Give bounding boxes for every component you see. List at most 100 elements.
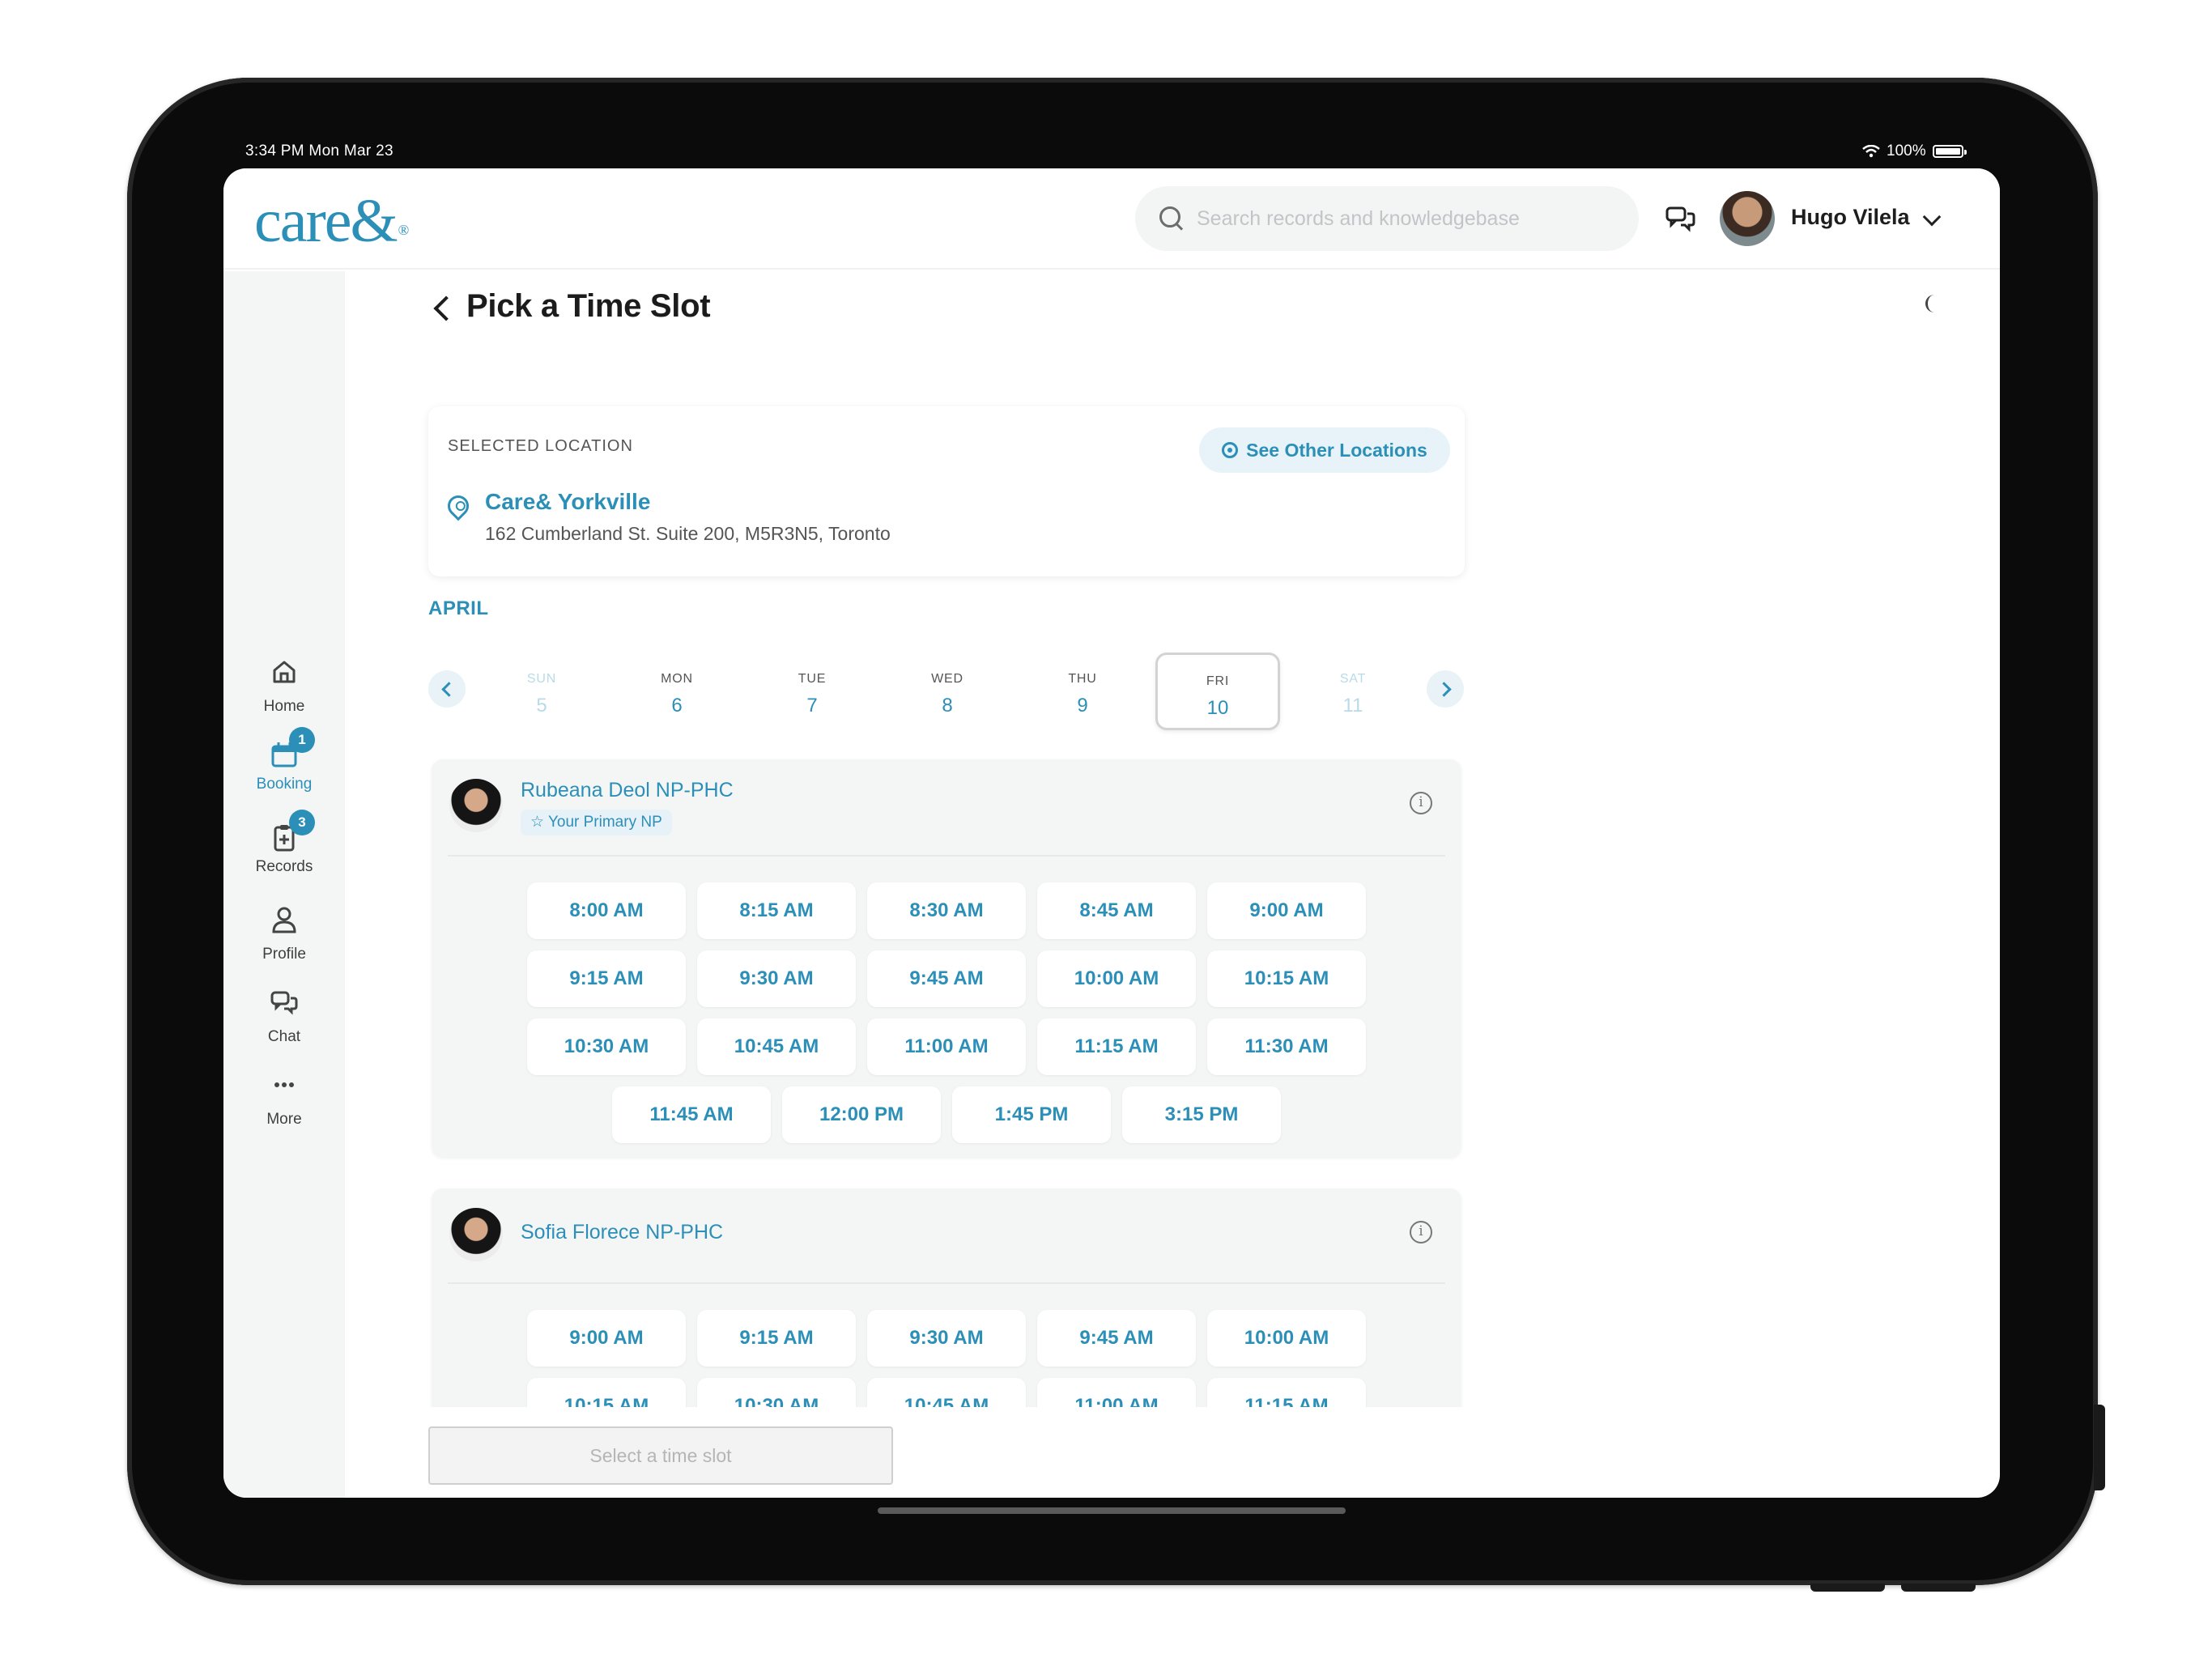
day-name: TUE — [798, 672, 827, 686]
search-bar[interactable]: Search records and knowledgebase — [1135, 186, 1639, 251]
clipboard-icon-wrap: 3 — [268, 810, 315, 853]
location-target-icon — [1222, 442, 1239, 458]
time-slot-button[interactable]: 11:15 AM — [1207, 1378, 1366, 1407]
location-card: SELECTED LOCATION See Other Locations Ca… — [428, 406, 1465, 576]
location-address: 162 Cumberland St. Suite 200, M5R3N5, To… — [485, 523, 891, 544]
time-slot-button[interactable]: 3:15 PM — [1122, 1086, 1281, 1143]
day-sun[interactable]: SUN 5 — [479, 653, 604, 730]
time-slot-button[interactable]: 11:00 AM — [1037, 1378, 1196, 1407]
day-date: 10 — [1206, 697, 1229, 719]
day-mon[interactable]: MON 6 — [615, 653, 739, 730]
prev-week-button[interactable] — [428, 670, 466, 708]
time-slot-button[interactable]: 11:00 AM — [867, 1018, 1026, 1075]
status-time: 3:34 PM Mon Mar 23 — [245, 142, 393, 159]
location-label: SELECTED LOCATION — [448, 437, 633, 455]
next-week-button[interactable] — [1427, 670, 1464, 708]
provider-avatar — [449, 1208, 503, 1261]
day-name: SAT — [1339, 672, 1367, 686]
see-other-locations-button[interactable]: See Other Locations — [1199, 427, 1450, 473]
sidebar-item-chat[interactable]: Chat — [223, 986, 345, 1046]
day-wed[interactable]: WED 8 — [885, 653, 1010, 730]
back-icon[interactable] — [433, 295, 459, 321]
time-slot-button[interactable]: 8:00 AM — [527, 882, 686, 939]
time-slot-button[interactable]: 8:30 AM — [867, 882, 1026, 939]
day-date: 6 — [671, 695, 683, 716]
device-side-button — [2094, 1405, 2105, 1490]
user-name[interactable]: Hugo Vilela — [1791, 205, 1910, 230]
collapse-icon[interactable] — [1925, 295, 1943, 312]
provider-name[interactable]: Rubeana Deol NP-PHC — [521, 779, 734, 802]
time-slot-button[interactable]: 9:00 AM — [527, 1310, 686, 1367]
time-slot-button[interactable]: 10:45 AM — [697, 1018, 856, 1075]
divider — [448, 855, 1445, 857]
time-slot-button[interactable]: 9:30 AM — [867, 1310, 1026, 1367]
sidebar-item-label: Booking — [256, 776, 313, 793]
time-slot-button[interactable]: 10:15 AM — [1207, 950, 1366, 1007]
time-slot-button[interactable]: 10:45 AM — [867, 1378, 1026, 1407]
provider-list[interactable]: Rubeana Deol NP-PHC ☆ Your Primary NP i … — [428, 750, 1473, 1407]
sidebar-item-profile[interactable]: Profile — [223, 903, 345, 963]
day-date: 8 — [942, 695, 953, 716]
time-slot-button[interactable]: 9:30 AM — [697, 950, 856, 1007]
time-slot-button[interactable]: 1:45 PM — [952, 1086, 1111, 1143]
time-slot-button[interactable]: 11:30 AM — [1207, 1018, 1366, 1075]
time-slot-button[interactable]: 9:15 AM — [527, 950, 686, 1007]
day-name: THU — [1068, 672, 1097, 686]
time-slot-button[interactable]: 9:00 AM — [1207, 882, 1366, 939]
location-name: Care& Yorkville — [485, 489, 651, 514]
chevron-down-icon[interactable] — [1922, 207, 1942, 227]
device-volume-button — [1901, 1584, 1976, 1592]
time-slot-button[interactable]: 9:45 AM — [1037, 1310, 1196, 1367]
time-slot-button[interactable]: 9:45 AM — [867, 950, 1026, 1007]
logo-text: care& — [254, 187, 398, 255]
day-thu[interactable]: THU 9 — [1020, 653, 1145, 730]
wifi-icon — [1862, 145, 1880, 158]
map-pin-icon — [443, 491, 474, 521]
time-slot-button[interactable]: 10:00 AM — [1037, 950, 1196, 1007]
sidebar-item-records[interactable]: 3 Records — [223, 810, 345, 876]
search-input[interactable]: Search records and knowledgebase — [1197, 207, 1520, 231]
info-icon[interactable]: i — [1410, 1221, 1432, 1244]
page-title: Pick a Time Slot — [466, 288, 711, 324]
status-indicators: 100% — [1862, 142, 1967, 160]
battery-icon — [1932, 145, 1967, 158]
chat-icon[interactable] — [1665, 204, 1697, 233]
day-name: WED — [931, 672, 963, 686]
day-fri-selected[interactable]: FRI 10 — [1155, 653, 1280, 730]
booking-badge: 1 — [289, 727, 315, 753]
info-icon[interactable]: i — [1410, 792, 1432, 814]
provider-card: Sofia Florece NP-PHC i 9:00 AM 9:15 AM 9… — [432, 1188, 1461, 1407]
day-sat[interactable]: SAT 11 — [1291, 653, 1415, 730]
time-slot-button[interactable]: 8:45 AM — [1037, 882, 1196, 939]
home-indicator — [878, 1507, 1346, 1514]
select-time-slot-button[interactable]: Select a time slot — [428, 1426, 893, 1485]
sidebar-item-booking[interactable]: 1 Booking — [223, 727, 345, 793]
user-avatar[interactable] — [1720, 191, 1775, 246]
top-bar: care& ® Search records and knowledgebase … — [223, 168, 2000, 270]
home-icon — [273, 661, 296, 683]
sidebar-item-home[interactable]: Home — [223, 656, 345, 716]
sidebar-nav: Home 1 Booking 3 Records Profile Chat Mo… — [223, 271, 345, 1498]
person-icon — [272, 907, 296, 933]
divider — [448, 1282, 1445, 1284]
time-slot-button[interactable]: 10:30 AM — [527, 1018, 686, 1075]
sidebar-item-label: More — [266, 1111, 302, 1128]
day-name: FRI — [1206, 674, 1230, 688]
app-screen: care& ® Search records and knowledgebase … — [223, 168, 2000, 1498]
day-tue[interactable]: TUE 7 — [750, 653, 874, 730]
time-slot-button[interactable]: 11:45 AM — [612, 1086, 771, 1143]
time-slot-button[interactable]: 10:30 AM — [697, 1378, 856, 1407]
day-name: SUN — [526, 672, 557, 686]
sidebar-item-more[interactable]: More — [223, 1069, 345, 1129]
time-slot-button[interactable]: 8:15 AM — [697, 882, 856, 939]
provider-name[interactable]: Sofia Florece NP-PHC — [521, 1221, 723, 1244]
time-slot-button[interactable]: 10:15 AM — [527, 1378, 686, 1407]
calendar-icon-wrap: 1 — [268, 727, 315, 771]
day-date: 11 — [1342, 695, 1363, 716]
time-slot-button[interactable]: 10:00 AM — [1207, 1310, 1366, 1367]
time-slot-button[interactable]: 12:00 PM — [782, 1086, 941, 1143]
care-logo[interactable]: care& ® — [254, 186, 409, 257]
battery-percent: 100% — [1887, 142, 1926, 159]
time-slot-button[interactable]: 9:15 AM — [697, 1310, 856, 1367]
time-slot-button[interactable]: 11:15 AM — [1037, 1018, 1196, 1075]
